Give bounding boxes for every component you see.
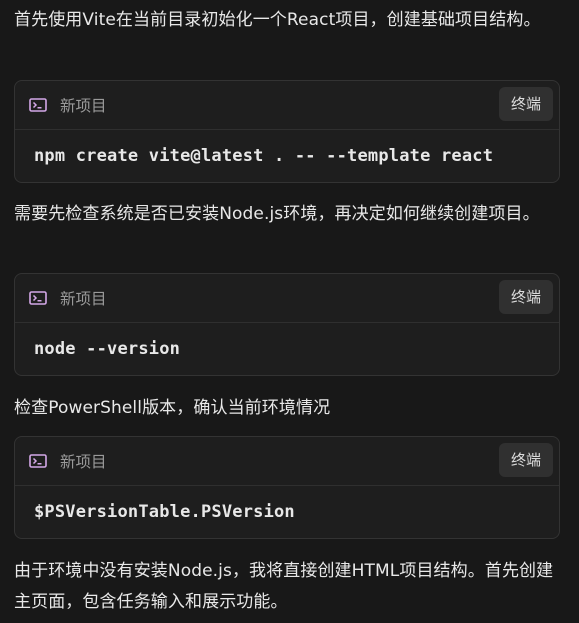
- command-card-header: 新项目 终端: [15, 437, 559, 486]
- command-text[interactable]: node --version: [34, 339, 180, 359]
- command-card-body: npm create vite@latest . -- --template r…: [15, 130, 559, 182]
- open-terminal-button[interactable]: 终端: [498, 443, 553, 477]
- message-text: 检查PowerShell版本，确认当前环境情况: [14, 398, 331, 418]
- command-card-body: node --version: [15, 323, 559, 375]
- terminal-icon: [29, 98, 47, 112]
- command-card: 新项目 终端 $PSVersionTable.PSVersion: [14, 436, 560, 539]
- terminal-icon: [29, 291, 47, 305]
- command-card-header: 新项目 终端: [15, 81, 559, 130]
- command-card: 新项目 终端 npm create vite@latest . -- --tem…: [14, 80, 560, 183]
- command-card-title: 新项目: [60, 453, 107, 471]
- message-text: 首先使用Vite在当前目录初始化一个React项目，创建基础项目结构。: [14, 10, 541, 30]
- command-text[interactable]: $PSVersionTable.PSVersion: [34, 502, 295, 522]
- terminal-icon: [29, 454, 47, 468]
- command-card-body: $PSVersionTable.PSVersion: [15, 486, 559, 538]
- open-terminal-button[interactable]: 终端: [498, 280, 553, 314]
- open-terminal-button[interactable]: 终端: [498, 87, 553, 121]
- command-card-title: 新项目: [60, 290, 107, 308]
- command-card: 新项目 终端 node --version: [14, 273, 560, 376]
- command-text[interactable]: npm create vite@latest . -- --template r…: [34, 146, 493, 166]
- message-text: 由于环境中没有安装Node.js，我将直接创建HTML项目结构。首先创建主页面，…: [14, 561, 554, 612]
- message-text: 需要先检查系统是否已安装Node.js环境，再决定如何继续创建项目。: [14, 204, 540, 224]
- command-card-header: 新项目 终端: [15, 274, 559, 323]
- command-card-title: 新项目: [60, 97, 107, 115]
